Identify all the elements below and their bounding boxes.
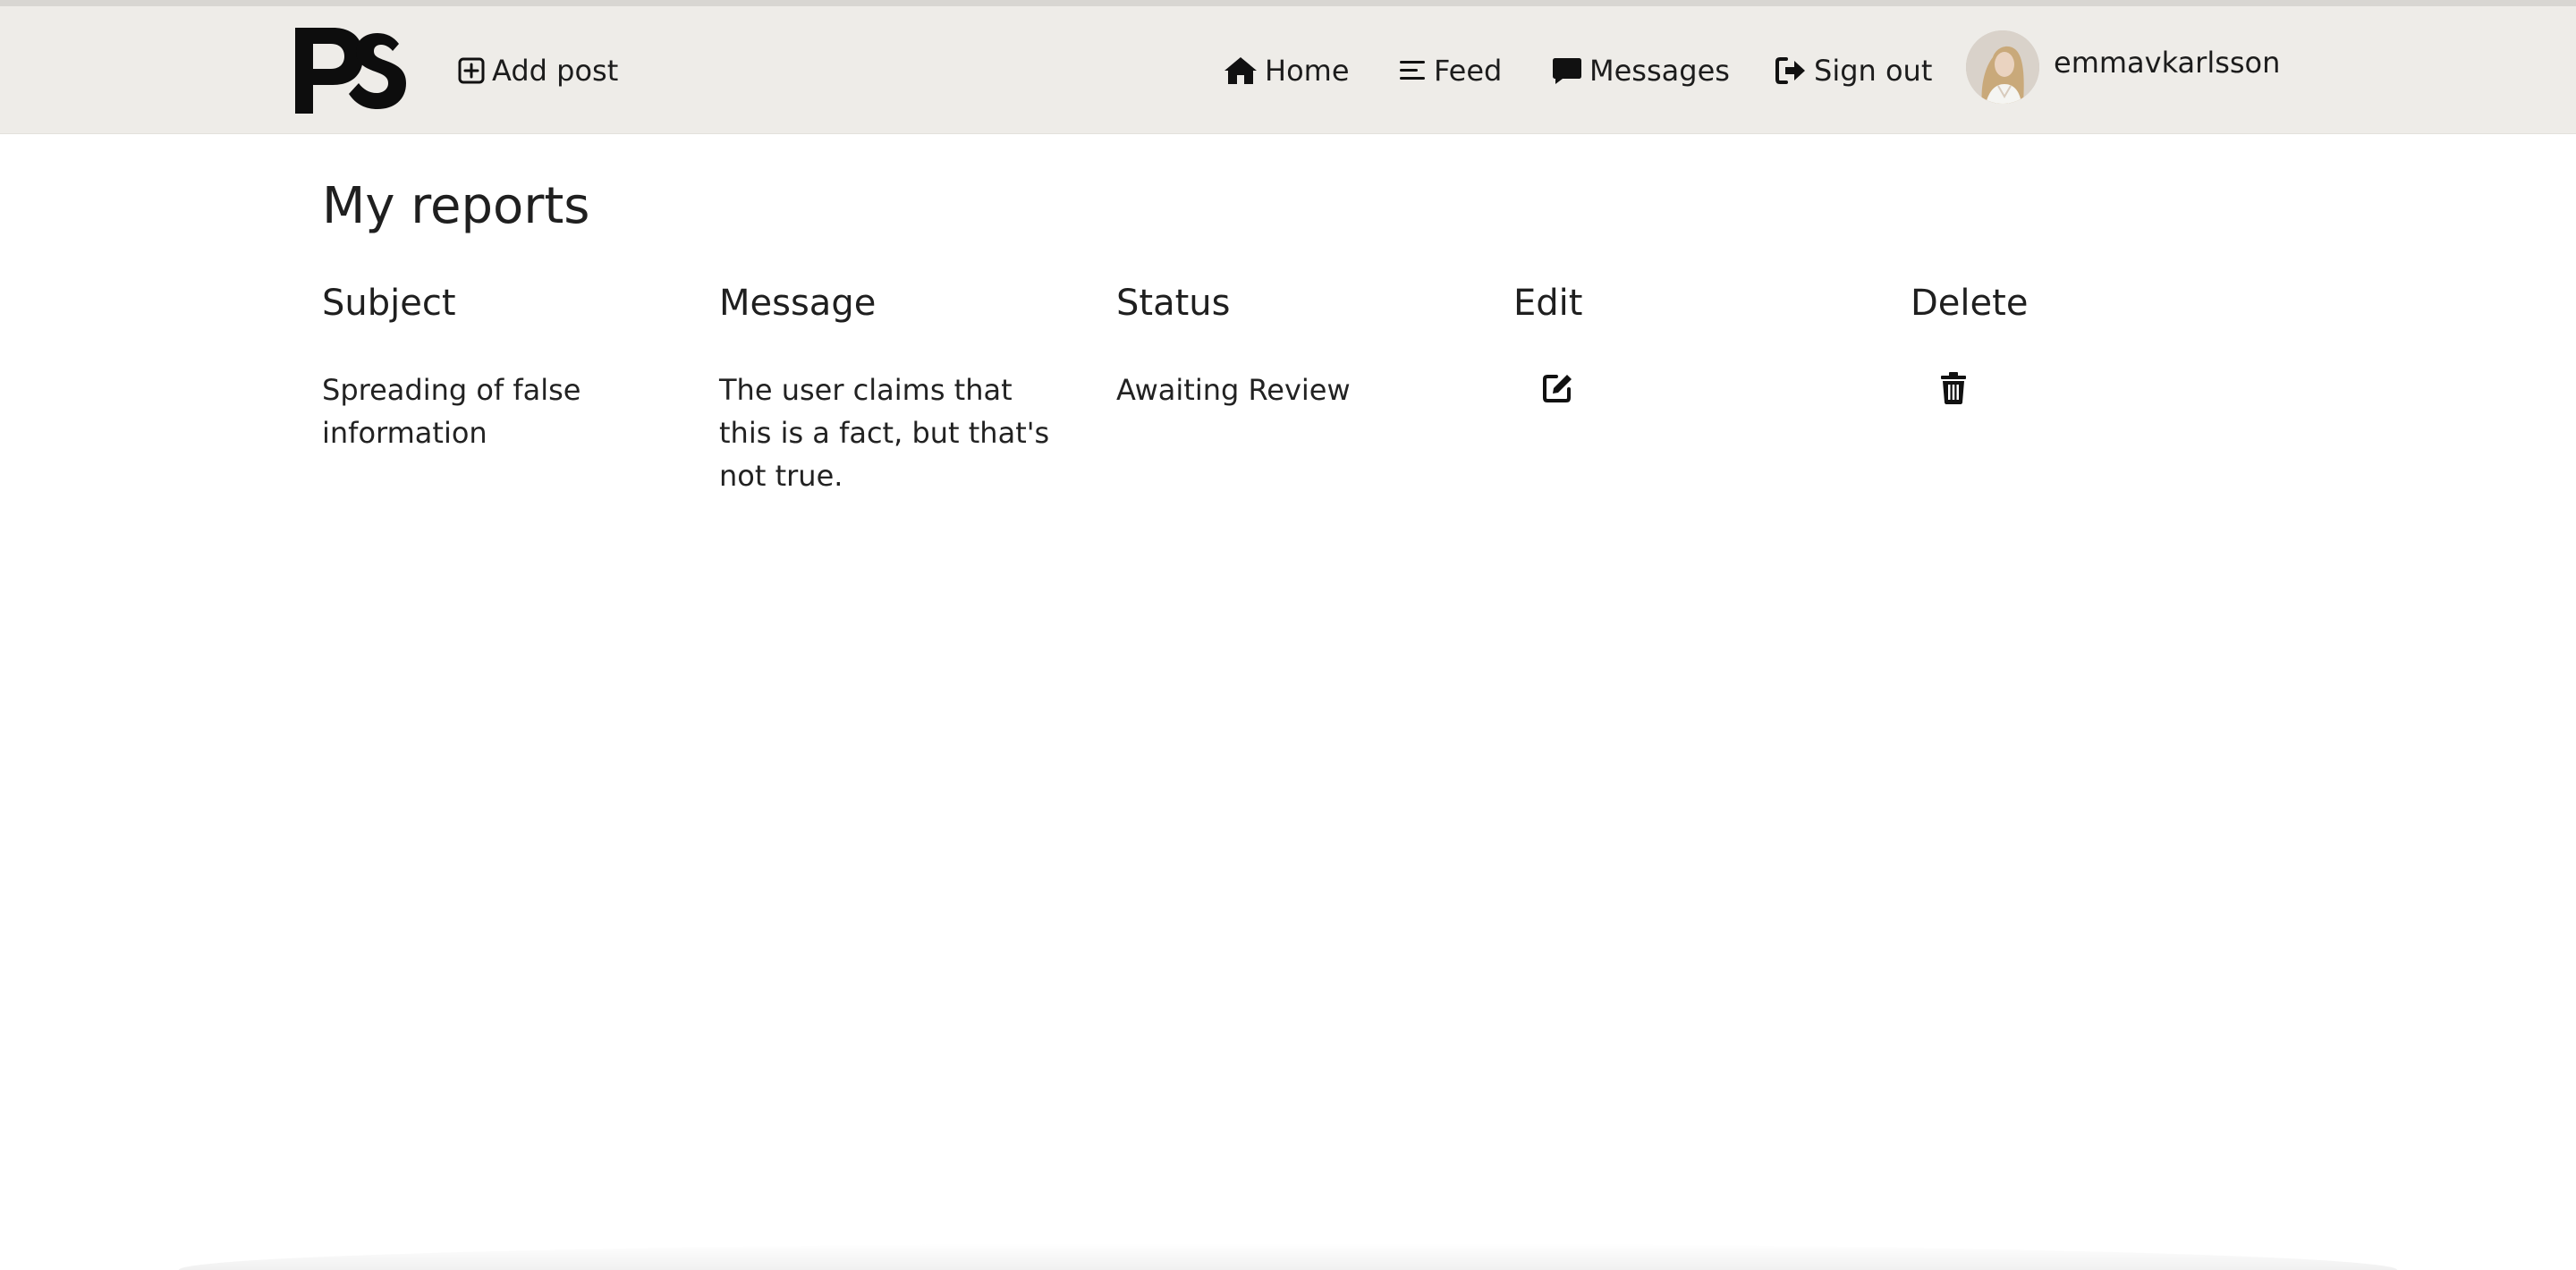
edit-icon: [1543, 375, 1572, 402]
sign-out-label: Sign out: [1814, 53, 1933, 88]
window-top-edge: [0, 0, 2576, 6]
navbar: Add post Home Feed Messages Sign out emm…: [0, 6, 2576, 134]
footer-shadow: [179, 1243, 2397, 1270]
add-post-link[interactable]: Add post: [458, 6, 618, 134]
avatar: [1966, 30, 2039, 104]
user-profile-link[interactable]: emmavkarlsson: [1966, 30, 2280, 105]
report-message: The user claims that this is a fact, but…: [719, 373, 1050, 493]
add-post-label: Add post: [492, 53, 619, 88]
align-left-icon: [1398, 58, 1427, 83]
edit-report-button[interactable]: [1540, 370, 1576, 406]
trash-icon: [1941, 372, 1966, 404]
report-subject: Spreading of false information: [322, 373, 581, 450]
messages-label: Messages: [1589, 53, 1730, 88]
home-label: Home: [1265, 53, 1350, 88]
sign-out-link[interactable]: Sign out: [1775, 6, 1932, 134]
feed-link[interactable]: Feed: [1398, 6, 1502, 134]
page-title: My reports: [322, 177, 590, 235]
avatar-photo-icon: [1966, 30, 2039, 104]
column-header-message: Message: [719, 283, 877, 324]
plus-square-icon: [458, 57, 485, 84]
column-header-subject: Subject: [322, 283, 456, 324]
ps-logo-icon: [295, 28, 406, 114]
username: emmavkarlsson: [2054, 46, 2281, 80]
message-bubble-icon: [1552, 56, 1582, 85]
ps-logo[interactable]: [293, 28, 406, 114]
report-status: Awaiting Review: [1116, 373, 1351, 407]
delete-report-button[interactable]: [1936, 370, 1971, 406]
column-header-status: Status: [1116, 283, 1231, 324]
sign-out-icon: [1775, 56, 1807, 85]
messages-link[interactable]: Messages: [1552, 6, 1730, 134]
column-header-delete: Delete: [1911, 283, 2029, 324]
home-link[interactable]: Home: [1224, 6, 1350, 134]
feed-label: Feed: [1434, 53, 1503, 88]
home-icon: [1224, 56, 1258, 85]
column-header-edit: Edit: [1513, 283, 1583, 324]
